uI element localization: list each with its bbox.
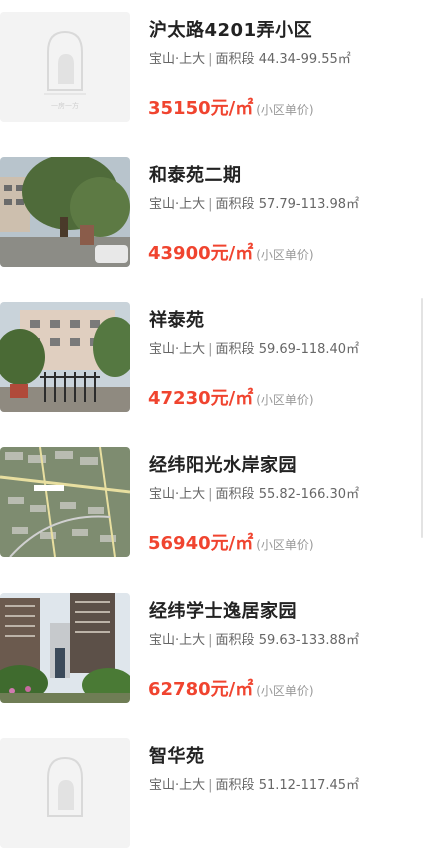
area-label: 面积段 bbox=[215, 633, 255, 648]
meta-divider: | bbox=[208, 197, 213, 212]
area-range: 59.69-118.40㎡ bbox=[258, 342, 360, 357]
listing-district: 宝山·上大 bbox=[149, 487, 206, 502]
price-note: (小区单价) bbox=[256, 248, 314, 262]
price-row: 47230元/㎡ (小区单价) bbox=[148, 384, 314, 410]
listing-card[interactable]: 经纬学士逸居家园 宝山·上大 | 面积段 59.63-133.88㎡ 62780元/… bbox=[0, 593, 423, 705]
gate-photo-icon bbox=[0, 302, 130, 412]
listing-thumbnail-photo bbox=[0, 593, 130, 703]
listing-district: 宝山·上大 bbox=[149, 342, 206, 357]
listing-thumbnail-placeholder bbox=[0, 738, 130, 848]
listing-card[interactable]: 智华苑 宝山·上大 | 面积段 51.12-117.45㎡ bbox=[0, 738, 423, 850]
placeholder-logo-icon bbox=[0, 738, 130, 848]
listing-title: 智华苑 bbox=[149, 746, 205, 767]
area-label: 面积段 bbox=[215, 197, 255, 212]
placeholder-logo-icon: 一房一方 bbox=[0, 12, 130, 122]
price-note: (小区单价) bbox=[256, 393, 314, 407]
listing-thumbnail-photo bbox=[0, 157, 130, 267]
price-row: 56940元/㎡ (小区单价) bbox=[148, 529, 314, 555]
listing-thumbnail-map bbox=[0, 447, 130, 557]
listing-card[interactable]: 祥泰苑 宝山·上大 | 面积段 59.69-118.40㎡ 47230元/㎡ (小区单… bbox=[0, 302, 423, 414]
area-range: 55.82-166.30㎡ bbox=[258, 487, 360, 502]
area-range: 59.63-133.88㎡ bbox=[258, 633, 360, 648]
area-label: 面积段 bbox=[215, 52, 255, 67]
listing-title: 沪太路4201弄小区 bbox=[149, 20, 313, 41]
listing-price: 62780元/㎡ bbox=[148, 679, 254, 700]
meta-divider: | bbox=[208, 52, 213, 67]
price-row: 43900元/㎡ (小区单价) bbox=[148, 239, 314, 265]
meta-divider: | bbox=[208, 633, 213, 648]
area-label: 面积段 bbox=[215, 778, 255, 793]
area-range: 44.34-99.55㎡ bbox=[258, 52, 351, 67]
tower-photo-icon bbox=[0, 593, 130, 703]
listing-card[interactable]: 和泰苑二期 宝山·上大 | 面积段 57.79-113.98㎡ 43900元/㎡ (小… bbox=[0, 157, 423, 269]
listing-title: 和泰苑二期 bbox=[149, 165, 242, 186]
listing-meta: 宝山·上大 | 面积段 51.12-117.45㎡ bbox=[149, 774, 359, 793]
listing-thumbnail-photo bbox=[0, 302, 130, 412]
meta-divider: | bbox=[208, 342, 213, 357]
listing-district: 宝山·上大 bbox=[149, 52, 206, 67]
listing-price: 56940元/㎡ bbox=[148, 533, 254, 554]
listing-meta: 宝山·上大 | 面积段 59.63-133.88㎡ bbox=[149, 629, 359, 648]
area-range: 51.12-117.45㎡ bbox=[258, 778, 360, 793]
listing-title: 祥泰苑 bbox=[149, 310, 205, 331]
listing-meta: 宝山·上大 | 面积段 57.79-113.98㎡ bbox=[149, 193, 359, 212]
price-note: (小区单价) bbox=[256, 538, 314, 552]
listing-meta: 宝山·上大 | 面积段 55.82-166.30㎡ bbox=[149, 483, 359, 502]
listing-price: 35150元/㎡ bbox=[148, 98, 254, 119]
price-note: (小区单价) bbox=[256, 103, 314, 117]
listing-meta: 宝山·上大 | 面积段 59.69-118.40㎡ bbox=[149, 338, 359, 357]
listing-card[interactable]: 经纬阳光水岸家园 宝山·上大 | 面积段 55.82-166.30㎡ 56940元/… bbox=[0, 447, 423, 559]
price-row: 62780元/㎡ (小区单价) bbox=[148, 675, 314, 701]
price-row: 35150元/㎡ (小区单价) bbox=[148, 94, 314, 120]
listing-title: 经纬学士逸居家园 bbox=[149, 601, 297, 622]
listing-district: 宝山·上大 bbox=[149, 197, 206, 212]
listing-price: 47230元/㎡ bbox=[148, 388, 254, 409]
listing-district: 宝山·上大 bbox=[149, 633, 206, 648]
listing-price: 43900元/㎡ bbox=[148, 243, 254, 264]
price-note: (小区单价) bbox=[256, 684, 314, 698]
area-label: 面积段 bbox=[215, 342, 255, 357]
listing-district: 宝山·上大 bbox=[149, 778, 206, 793]
listing-card[interactable]: 一房一方 沪太路4201弄小区 宝山·上大 | 面积段 44.34-99.55㎡ 3… bbox=[0, 12, 423, 124]
area-range: 57.79-113.98㎡ bbox=[258, 197, 360, 212]
listing-meta: 宝山·上大 | 面积段 44.34-99.55㎡ bbox=[149, 48, 351, 67]
area-label: 面积段 bbox=[215, 487, 255, 502]
satellite-map-icon bbox=[0, 447, 130, 557]
street-photo-icon bbox=[0, 157, 130, 267]
meta-divider: | bbox=[208, 778, 213, 793]
meta-divider: | bbox=[208, 487, 213, 502]
logo-caption: 一房一方 bbox=[51, 101, 79, 110]
listing-thumbnail-placeholder: 一房一方 bbox=[0, 12, 130, 122]
listing-title: 经纬阳光水岸家园 bbox=[149, 455, 297, 476]
